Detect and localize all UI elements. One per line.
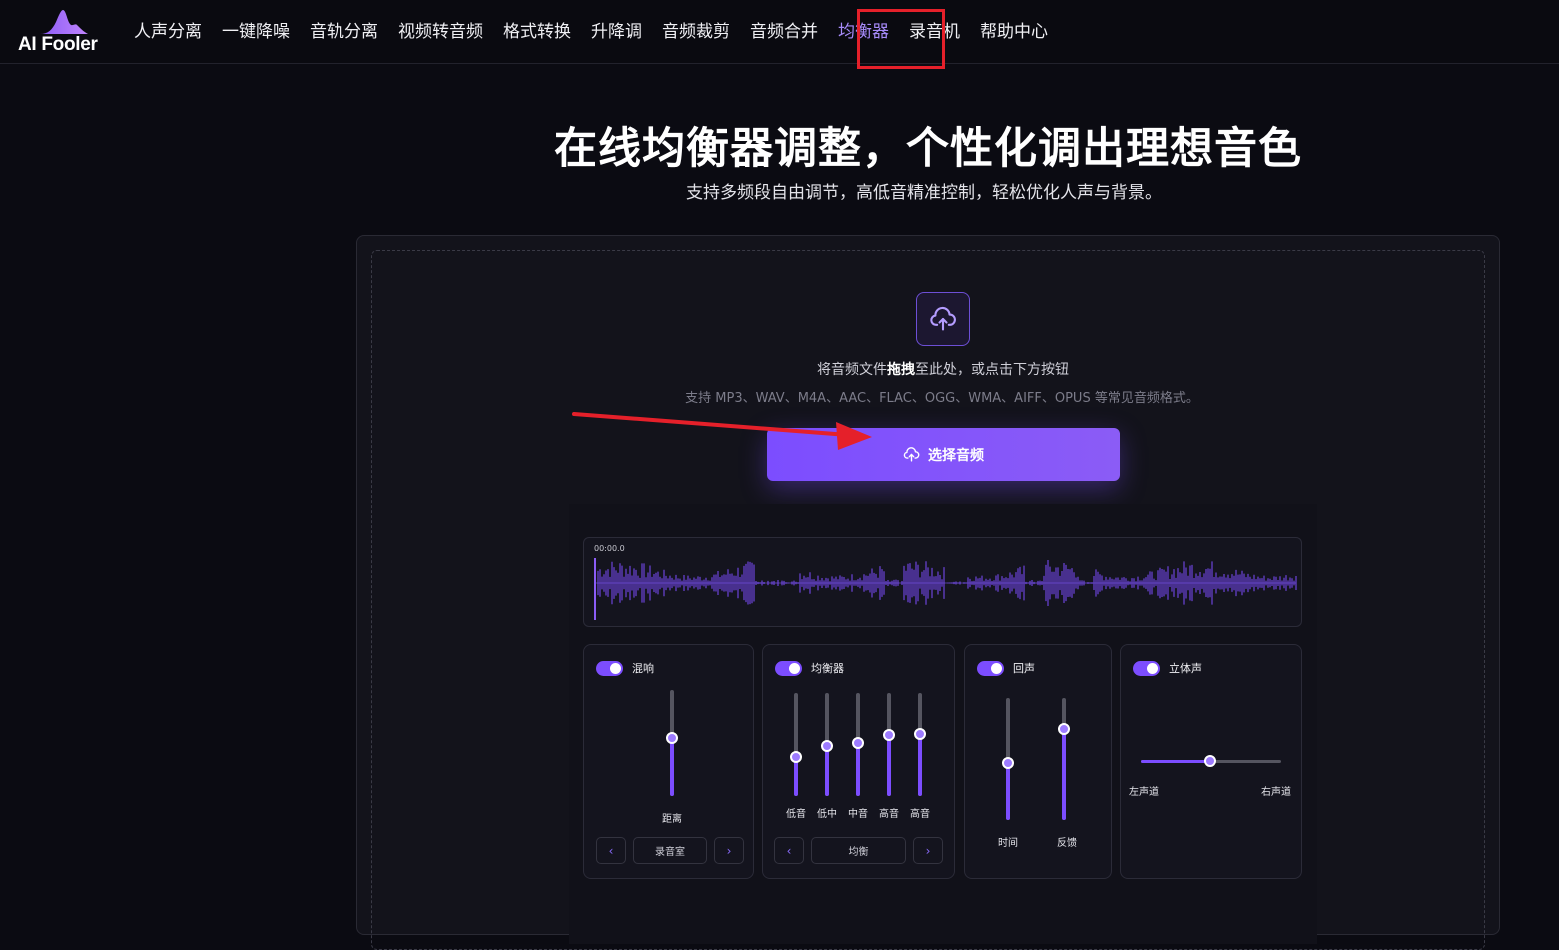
supported-formats: 支持 MP3、WAV、M4A、AAC、FLAC、OGG、WMA、AIFF、OPU…	[685, 391, 1199, 406]
reverb-preset-selector: ‹ 录音室 ›	[596, 837, 744, 864]
nav-item[interactable]: 音频合并	[740, 0, 828, 64]
next-preset-button[interactable]: ›	[714, 837, 744, 864]
drop-instruction: 将音频文件拖拽至此处，或点击下方按钮	[372, 359, 1514, 379]
waveform-display: 00:00.0	[583, 537, 1302, 627]
page-title: 在线均衡器调整，个性化调出理想音色	[554, 124, 1302, 174]
reverb-panel: 混响 距离 ‹ 录音室 ›	[583, 644, 754, 879]
eq-band-slider-fill	[825, 745, 829, 796]
echo-title: 回声	[1013, 662, 1035, 675]
nav-item[interactable]: 视频转音频	[388, 0, 493, 64]
prev-preset-button[interactable]: ‹	[596, 837, 626, 864]
nav-item[interactable]: 人声分离	[124, 0, 212, 64]
reverb-preset-name[interactable]: 录音室	[633, 837, 707, 864]
stereo-balance-fill	[1141, 760, 1210, 763]
echo-slider[interactable]	[1002, 698, 1014, 820]
eq-band-label: 高音	[910, 809, 930, 820]
eq-band-slider-fill	[918, 734, 922, 796]
nav-item[interactable]: 升降调	[581, 0, 652, 64]
echo-panel: 回声 时间 反馈	[964, 644, 1112, 879]
echo-slider[interactable]	[1058, 698, 1070, 820]
effects-preview: 00:00.0 混响 距离 ‹ 录音室 › 均衡器 低音 低中 中音 高音 高音 ‹	[569, 504, 1317, 944]
eq-band-slider-knob[interactable]	[883, 729, 895, 742]
eq-band-slider[interactable]	[914, 693, 926, 796]
page-subtitle: 支持多频段自由调节，高低音精准控制，轻松优化人声与背景。	[686, 183, 1162, 203]
echo-slider-label: 反馈	[1057, 838, 1077, 849]
eq-band-slider-fill	[887, 735, 891, 796]
nav-item[interactable]: 一键降噪	[212, 0, 300, 64]
nav-item[interactable]: 音轨分离	[300, 0, 388, 64]
stereo-toggle[interactable]	[1133, 660, 1160, 676]
brand-name: AI Fooler	[18, 34, 98, 55]
waveform	[594, 558, 1297, 620]
upload-card: 将音频文件拖拽至此处，或点击下方按钮 支持 MP3、WAV、M4A、AAC、FL…	[356, 235, 1500, 950]
select-audio-label: 选择音频	[928, 447, 984, 464]
eq-band-slider[interactable]	[852, 693, 864, 796]
echo-slider-fill	[1006, 762, 1010, 820]
reverb-title: 混响	[632, 662, 654, 675]
stereo-balance-slider[interactable]	[1141, 755, 1281, 767]
reverb-toggle[interactable]	[596, 660, 623, 676]
equalizer-panel: 均衡器 低音 低中 中音 高音 高音 ‹ 均衡 ›	[762, 644, 955, 879]
eq-band-slider-knob[interactable]	[790, 750, 802, 763]
eq-band-slider-knob[interactable]	[821, 739, 833, 752]
drop-text-bold: 拖拽	[887, 362, 915, 378]
drop-text-suffix: 至此处，或点击下方按钮	[915, 362, 1069, 378]
echo-slider-label: 时间	[998, 838, 1018, 849]
upload-icon	[903, 447, 920, 462]
stereo-title: 立体声	[1169, 662, 1202, 675]
eq-band-slider[interactable]	[883, 693, 895, 796]
distance-slider[interactable]	[666, 690, 678, 796]
next-eq-preset-button[interactable]: ›	[913, 837, 943, 864]
eq-preset-selector: ‹ 均衡 ›	[774, 837, 943, 864]
eq-band-slider-fill	[856, 743, 860, 796]
drop-text-prefix: 将音频文件	[817, 362, 887, 378]
brand-logo[interactable]: AI Fooler	[18, 10, 110, 56]
prev-eq-preset-button[interactable]: ‹	[774, 837, 804, 864]
eq-preset-name[interactable]: 均衡	[811, 837, 906, 864]
echo-slider-fill	[1062, 728, 1066, 820]
waveform-logo-icon	[40, 10, 88, 34]
eq-band-slider-knob[interactable]	[852, 737, 864, 750]
distance-label: 距离	[662, 814, 682, 825]
drop-zone[interactable]: 将音频文件拖拽至此处，或点击下方按钮 支持 MP3、WAV、M4A、AAC、FL…	[371, 250, 1485, 950]
select-audio-button[interactable]: 选择音频	[767, 428, 1120, 481]
nav-item[interactable]: 格式转换	[493, 0, 581, 64]
equalizer-title: 均衡器	[811, 662, 844, 675]
echo-slider-knob[interactable]	[1058, 722, 1070, 735]
nav-item[interactable]: 帮助中心	[970, 0, 1058, 64]
equalizer-toggle[interactable]	[775, 660, 802, 676]
echo-toggle[interactable]	[977, 660, 1004, 676]
echo-slider-knob[interactable]	[1002, 756, 1014, 769]
distance-slider-knob[interactable]	[666, 731, 678, 744]
eq-band-slider[interactable]	[790, 693, 802, 796]
right-channel-label: 右声道	[1261, 787, 1291, 798]
left-channel-label: 左声道	[1129, 787, 1159, 798]
distance-slider-fill	[670, 737, 674, 796]
nav-item[interactable]: 音频裁剪	[652, 0, 740, 64]
eq-band-slider[interactable]	[821, 693, 833, 796]
top-nav: AI Fooler 人声分离 一键降噪 音轨分离 视频转音频 格式转换 升降调 音频裁剪 音频…	[0, 0, 1559, 69]
annotation-highlight-box	[857, 9, 945, 69]
cloud-upload-icon[interactable]	[916, 292, 970, 346]
stereo-panel: 立体声 左声道 右声道	[1120, 644, 1302, 879]
eq-band-slider-knob[interactable]	[914, 728, 926, 741]
stereo-balance-knob[interactable]	[1203, 755, 1216, 767]
